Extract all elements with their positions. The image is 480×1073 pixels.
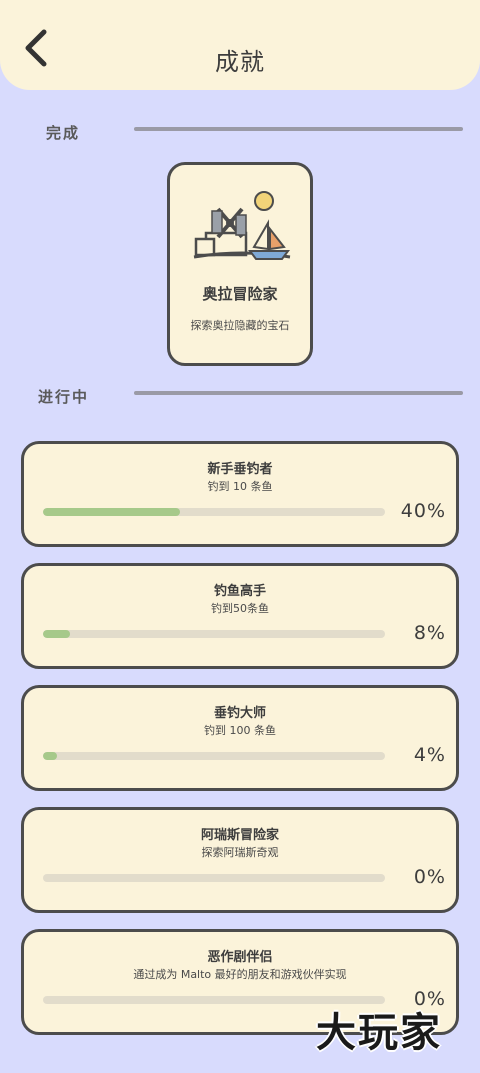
achievement-card[interactable]: 新手垂钓者钓到 10 条鱼 40%: [21, 441, 459, 547]
achievement-description: 探索阿瑞斯奇观: [201, 846, 279, 859]
section-label-in-progress: 进行中: [38, 388, 90, 406]
progress-fill: [43, 630, 71, 638]
completed-achievement-card[interactable]: 奥拉冒险家 探索奥拉隐藏的宝石: [167, 162, 313, 366]
achievement-description: 钓到 100 条鱼: [204, 724, 276, 737]
achievement-title: 新手垂钓者: [207, 462, 273, 477]
progress-percent: 4%: [413, 744, 446, 766]
windmill-sailboat-icon: [193, 191, 291, 260]
page-title: 成就: [215, 48, 265, 76]
progress-percent: 40%: [400, 500, 446, 522]
progress-fill: [43, 752, 57, 760]
achievement-card[interactable]: 阿瑞斯冒险家 探索阿瑞斯奇观 0%: [21, 807, 459, 913]
achievement-description: 通过成为 Malto 最好的朋友和游戏伙伴实现: [133, 968, 347, 981]
progress-bar: [43, 630, 385, 638]
achievement-title: 钓鱼高手: [213, 584, 266, 599]
progress-bar: [43, 508, 385, 516]
achievement-description: 钓到50条鱼: [211, 602, 269, 615]
header-bar: 成就: [0, 0, 480, 90]
section-divider: [134, 127, 463, 131]
achievement-description: 探索奥拉隐藏的宝石: [190, 319, 290, 332]
progress-percent: 0%: [413, 866, 446, 888]
achievement-title: 垂钓大师: [213, 706, 266, 721]
progress-fill: [43, 508, 180, 516]
achievement-card[interactable]: 垂钓大师钓到 100 条鱼 4%: [21, 685, 459, 791]
achievement-title: 阿瑞斯冒险家: [200, 828, 279, 843]
achievement-card[interactable]: 钓鱼高手钓到50条鱼 8%: [21, 563, 459, 669]
progress-bar: [43, 752, 385, 760]
progress-bar: [43, 874, 385, 882]
section-divider: [134, 391, 463, 395]
achievement-description: 钓到 10 条鱼: [207, 480, 273, 493]
watermark-logo: 大玩家: [316, 1010, 442, 1056]
section-label-completed: 完成: [46, 124, 81, 142]
achievement-title: 奥拉冒险家: [202, 285, 278, 303]
achievement-title: 恶作剧伴侣: [207, 950, 273, 965]
progress-percent: 8%: [413, 622, 446, 644]
